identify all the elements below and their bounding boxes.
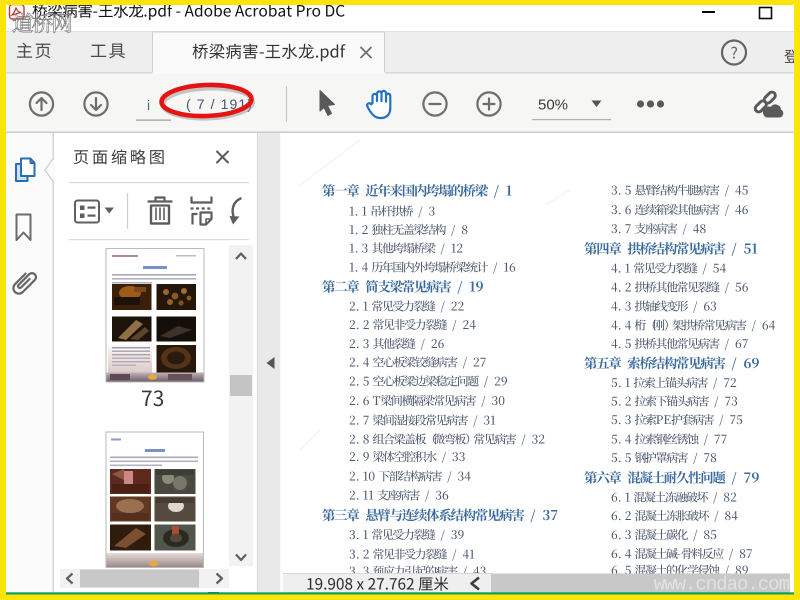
svg-text:www.cndao.com: www.cndao.com [654, 574, 790, 596]
svg-text:i: i [147, 97, 150, 113]
svg-text:50%: 50% [538, 97, 568, 114]
